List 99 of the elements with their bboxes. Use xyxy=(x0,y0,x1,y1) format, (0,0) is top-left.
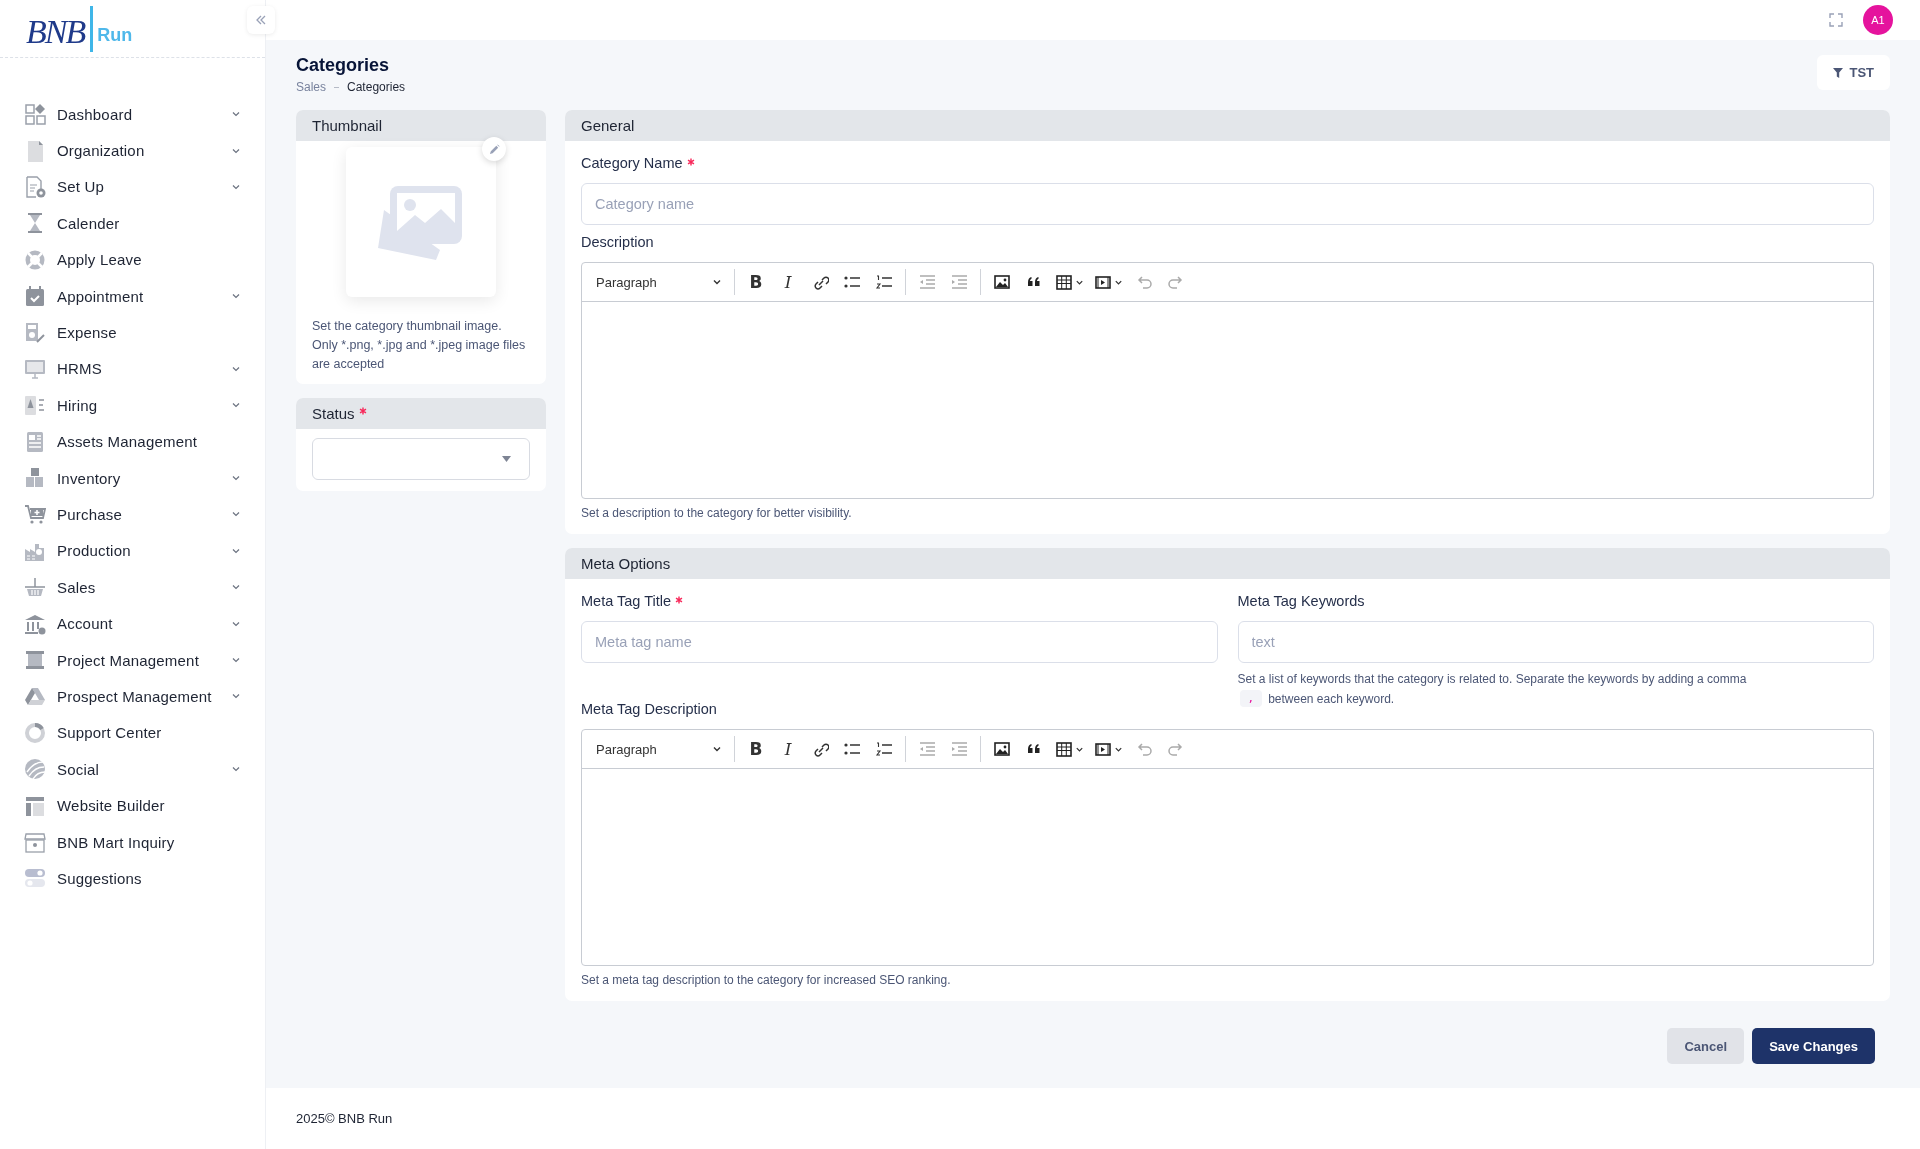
sidebar-item[interactable]: Expense xyxy=(24,314,265,351)
clipboard-icon xyxy=(24,430,46,453)
breadcrumb-item: Categories xyxy=(347,80,406,94)
indent-icon xyxy=(950,273,968,291)
sidebar-item[interactable]: Production xyxy=(24,532,265,570)
sidebar-item[interactable]: Assets Management xyxy=(24,423,265,460)
caret-down-icon xyxy=(502,456,511,462)
italic-button[interactable]: I xyxy=(773,267,803,297)
chevron-down-icon xyxy=(712,277,722,287)
image-icon xyxy=(993,273,1011,291)
undo-icon xyxy=(1135,273,1153,291)
category-name-field[interactable]: Category name xyxy=(581,183,1874,225)
card-title: Meta Options xyxy=(581,555,671,572)
sidebar-item[interactable]: HRMS xyxy=(24,350,265,388)
logo-stroke xyxy=(90,5,94,52)
layout-icon xyxy=(24,794,46,817)
filter-icon xyxy=(1833,67,1844,78)
outdent-icon xyxy=(918,273,936,291)
hint-text: Set a meta tag description to the category for increased SEO ranking. xyxy=(581,973,952,987)
sidebar-item[interactable]: Dashboard xyxy=(24,96,265,133)
sidebar-item[interactable]: Set Up xyxy=(24,168,265,206)
numbered-list-icon xyxy=(875,740,893,758)
storefront-icon xyxy=(24,831,46,853)
meta-keywords-field[interactable]: text xyxy=(1237,621,1874,663)
sidebar-item[interactable]: BNB Mart Inquiry xyxy=(24,823,265,861)
sidebar-item[interactable]: Organization xyxy=(24,132,265,169)
lifebuoy-icon xyxy=(24,248,46,271)
hint-text: Set a description to the category for better visibility. xyxy=(581,506,853,520)
chevron-down-icon xyxy=(712,744,722,754)
sidebar-item[interactable]: Prospect Management xyxy=(24,678,265,715)
boxes-icon xyxy=(24,467,46,490)
sidebar-item[interactable]: Social xyxy=(24,751,265,788)
edit-button[interactable] xyxy=(482,137,506,161)
monitor-icon xyxy=(24,357,46,380)
calendar-check-icon xyxy=(24,285,46,308)
file-gear-icon xyxy=(24,175,46,198)
indent-icon xyxy=(950,740,968,758)
breadcrumb-item[interactable]: Sales xyxy=(296,80,327,94)
bank-icon xyxy=(24,612,46,635)
user-avatar[interactable]: A1 xyxy=(1863,5,1893,35)
media-icon xyxy=(1094,740,1112,758)
redo-icon xyxy=(1167,740,1185,758)
sidebar-item[interactable]: Appointment xyxy=(24,277,265,315)
sidebar-item[interactable]: Purchase xyxy=(24,496,265,533)
bold-button[interactable]: B xyxy=(741,267,771,297)
hint-text: Set the category thumbnail image. Only *.png, *.jpg and *.jpeg image files are accepted xyxy=(312,318,527,373)
numbered-list-icon xyxy=(875,273,893,291)
grid-icon xyxy=(24,103,46,126)
ring-icon xyxy=(24,721,46,744)
card-title: General xyxy=(581,117,635,134)
field-label: Meta Tag Title xyxy=(581,593,671,609)
hint-text: between each keyword. xyxy=(1268,691,1395,706)
frame-icon xyxy=(24,649,46,672)
field-label: Meta Tag Description xyxy=(581,701,717,717)
block-format-dropdown[interactable]: Paragraph xyxy=(590,267,728,297)
block-format-dropdown[interactable]: Paragraph xyxy=(590,734,728,764)
card-title: Status xyxy=(312,405,355,422)
basket-icon xyxy=(24,576,46,599)
card-title: Thumbnail xyxy=(312,117,383,134)
field-label: Category Name xyxy=(581,155,683,171)
page-title: Categories xyxy=(296,54,391,76)
field-label: Meta Tag Keywords xyxy=(1237,593,1365,609)
undo-icon xyxy=(1135,740,1153,758)
media-icon xyxy=(1094,273,1112,291)
redo-icon xyxy=(1167,273,1185,291)
image-icon xyxy=(993,740,1011,758)
field-label: Description xyxy=(581,234,654,250)
outdent-icon xyxy=(918,740,936,758)
sidebar-item[interactable]: Suggestions xyxy=(24,860,265,897)
table-icon xyxy=(1055,740,1073,758)
sidebar-item[interactable]: Sales xyxy=(24,569,265,606)
cart-icon xyxy=(24,503,46,526)
sidebar-item[interactable]: Apply Leave xyxy=(24,241,265,278)
comma-code: , xyxy=(1239,690,1263,707)
bold-button[interactable]: B xyxy=(741,734,771,764)
save-button[interactable]: Save Changes xyxy=(1752,1028,1875,1064)
sidebar-item[interactable]: Hiring xyxy=(24,387,265,424)
rich-text-editor[interactable]: Paragraph B I xyxy=(581,262,1874,499)
table-icon xyxy=(1055,273,1073,291)
italic-button[interactable]: I xyxy=(773,734,803,764)
footer-text: 2025© BNB Run xyxy=(296,1111,393,1126)
cancel-button[interactable]: Cancel xyxy=(1667,1028,1745,1064)
person-list-icon xyxy=(24,394,46,417)
double-chevron-left-icon xyxy=(254,13,268,27)
sidebar-item[interactable]: Calender xyxy=(24,205,265,242)
hint-text: Set a list of keywords that the category is related to. Separate the keywords by adding a comma xyxy=(1237,671,1748,688)
sidebar-item[interactable]: Inventory xyxy=(24,459,265,497)
filter-button[interactable]: TST xyxy=(1817,55,1890,90)
meta-title-field[interactable]: Meta tag name xyxy=(581,621,1218,663)
rich-text-editor[interactable]: Paragraph B I xyxy=(581,729,1874,966)
sidebar-item[interactable]: Website Builder xyxy=(24,787,265,824)
logo-mark: BNB xyxy=(26,11,86,52)
logo-word: Run xyxy=(97,24,133,46)
sidebar-item[interactable]: Account xyxy=(24,605,265,642)
toggle-icon xyxy=(24,867,46,890)
triangle-icon xyxy=(24,685,46,708)
sidebar-item[interactable]: Project Management xyxy=(24,641,265,679)
pencil-icon xyxy=(488,143,500,155)
sidebar-item[interactable]: Support Center xyxy=(24,714,265,752)
